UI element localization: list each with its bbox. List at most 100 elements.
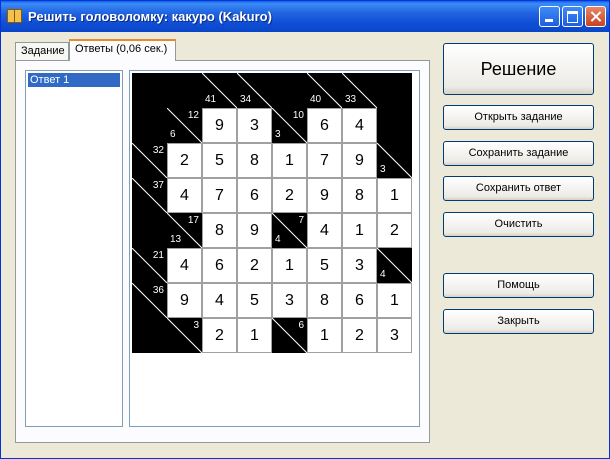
cell-digit: 9 bbox=[180, 292, 189, 309]
answer-cell[interactable]: 9 bbox=[342, 143, 377, 178]
blocked-cell bbox=[272, 73, 307, 108]
answer-cell[interactable]: 1 bbox=[342, 213, 377, 248]
clue-cell: 32 bbox=[132, 143, 167, 178]
cell-digit: 2 bbox=[355, 327, 364, 344]
answer-cell[interactable]: 2 bbox=[342, 318, 377, 353]
cell-digit: 7 bbox=[320, 152, 329, 169]
solve-button[interactable]: Решение bbox=[443, 43, 594, 95]
cell-digit: 7 bbox=[215, 187, 224, 204]
clue-cell: 33 bbox=[342, 73, 377, 108]
across-clue: 10 bbox=[292, 110, 304, 121]
down-clue: 3 bbox=[275, 129, 281, 140]
clue-cell: 10 3 bbox=[272, 108, 307, 143]
save-task-button[interactable]: Сохранить задание bbox=[443, 141, 594, 166]
app-window: Решить головоломку: какуро (Kakuro) Зада… bbox=[0, 0, 610, 459]
answer-cell[interactable]: 6 bbox=[237, 178, 272, 213]
minimize-icon[interactable] bbox=[539, 6, 560, 27]
answer-cell[interactable]: 2 bbox=[167, 143, 202, 178]
across-clue: 17 bbox=[187, 215, 199, 226]
open-task-button[interactable]: Открыть задание bbox=[443, 105, 594, 130]
answer-cell[interactable]: 1 bbox=[307, 318, 342, 353]
answer-cell[interactable]: 9 bbox=[167, 283, 202, 318]
across-clue: 3 bbox=[193, 320, 199, 331]
clue-cell: 17 13 bbox=[167, 213, 202, 248]
answer-cell[interactable]: 3 bbox=[237, 108, 272, 143]
answer-cell[interactable]: 1 bbox=[272, 143, 307, 178]
cell-digit: 4 bbox=[215, 292, 224, 309]
answer-cell[interactable]: 6 bbox=[202, 248, 237, 283]
answer-cell[interactable]: 3 bbox=[342, 248, 377, 283]
down-clue: 40 bbox=[310, 94, 322, 105]
answer-cell[interactable]: 6 bbox=[307, 108, 342, 143]
down-clue: 33 bbox=[345, 94, 357, 105]
close-button[interactable]: Закрыть bbox=[443, 309, 594, 334]
cell-digit: 9 bbox=[320, 187, 329, 204]
answer-cell[interactable]: 4 bbox=[167, 248, 202, 283]
answer-cell[interactable]: 5 bbox=[202, 143, 237, 178]
across-clue: 36 bbox=[152, 285, 164, 296]
answer-cell[interactable]: 6 bbox=[342, 283, 377, 318]
down-clue: 4 bbox=[380, 269, 386, 280]
cell-digit: 1 bbox=[250, 327, 259, 344]
cell-digit: 5 bbox=[215, 152, 224, 169]
answer-cell[interactable]: 8 bbox=[237, 143, 272, 178]
answer-cell[interactable]: 1 bbox=[377, 283, 412, 318]
cell-digit: 8 bbox=[355, 187, 364, 204]
title-bar[interactable]: Решить головоломку: какуро (Kakuro) bbox=[1, 1, 609, 32]
down-clue: 34 bbox=[240, 94, 252, 105]
answer-cell[interactable]: 9 bbox=[307, 178, 342, 213]
save-answer-button[interactable]: Сохранить ответ bbox=[443, 176, 594, 201]
tab-answers[interactable]: Ответы (0,06 сек.) bbox=[69, 39, 176, 61]
answer-cell[interactable]: 8 bbox=[342, 178, 377, 213]
answer-cell[interactable]: 7 bbox=[307, 143, 342, 178]
clear-button[interactable]: Очистить bbox=[443, 212, 594, 237]
down-clue: 4 bbox=[275, 234, 281, 245]
answer-cell[interactable]: 1 bbox=[272, 248, 307, 283]
clue-cell: 74 bbox=[272, 213, 307, 248]
answer-cell[interactable]: 1 bbox=[237, 318, 272, 353]
answer-cell[interactable]: 4 bbox=[342, 108, 377, 143]
answer-cell[interactable]: 2 bbox=[202, 318, 237, 353]
cell-digit: 1 bbox=[285, 152, 294, 169]
cell-digit: 8 bbox=[320, 292, 329, 309]
answer-cell[interactable]: 4 bbox=[167, 178, 202, 213]
cell-digit: 3 bbox=[285, 292, 294, 309]
cell-digit: 1 bbox=[320, 327, 329, 344]
answer-cell[interactable]: 8 bbox=[202, 213, 237, 248]
cell-digit: 3 bbox=[390, 327, 399, 344]
answer-cell[interactable]: 3 bbox=[272, 283, 307, 318]
answer-cell[interactable]: 9 bbox=[237, 213, 272, 248]
clue-cell: 3 bbox=[377, 143, 412, 178]
blocked-cell bbox=[377, 108, 412, 143]
tab-task[interactable]: Задание bbox=[15, 42, 69, 61]
answer-cell[interactable]: 5 bbox=[307, 248, 342, 283]
answer-cell[interactable]: 9 bbox=[202, 108, 237, 143]
answer-cell[interactable]: 4 bbox=[202, 283, 237, 318]
answer-cell[interactable]: 2 bbox=[272, 178, 307, 213]
clue-cell: 12 6 bbox=[167, 108, 202, 143]
answer-cell[interactable]: 2 bbox=[377, 213, 412, 248]
maximize-icon[interactable] bbox=[562, 6, 583, 27]
cell-digit: 2 bbox=[390, 222, 399, 239]
cell-digit: 2 bbox=[215, 327, 224, 344]
cell-digit: 6 bbox=[320, 117, 329, 134]
list-item-answer-1[interactable]: Ответ 1 bbox=[28, 73, 120, 87]
answers-list[interactable]: Ответ 1 bbox=[25, 70, 123, 427]
answer-cell[interactable]: 4 bbox=[307, 213, 342, 248]
answer-cell[interactable]: 2 bbox=[237, 248, 272, 283]
blocked-cell bbox=[132, 318, 167, 353]
close-icon[interactable] bbox=[585, 6, 606, 27]
help-button[interactable]: Помощь bbox=[443, 273, 594, 298]
answer-cell[interactable]: 3 bbox=[377, 318, 412, 353]
cell-digit: 6 bbox=[355, 292, 364, 309]
answer-cell[interactable]: 5 bbox=[237, 283, 272, 318]
cell-digit: 3 bbox=[355, 257, 364, 274]
cell-digit: 9 bbox=[355, 152, 364, 169]
answer-cell[interactable]: 7 bbox=[202, 178, 237, 213]
cell-digit: 4 bbox=[355, 117, 364, 134]
across-clue: 12 bbox=[187, 110, 199, 121]
answer-cell[interactable]: 8 bbox=[307, 283, 342, 318]
answer-cell[interactable]: 1 bbox=[377, 178, 412, 213]
clue-cell: 36 bbox=[132, 283, 167, 318]
clue-cell: 21 bbox=[132, 248, 167, 283]
